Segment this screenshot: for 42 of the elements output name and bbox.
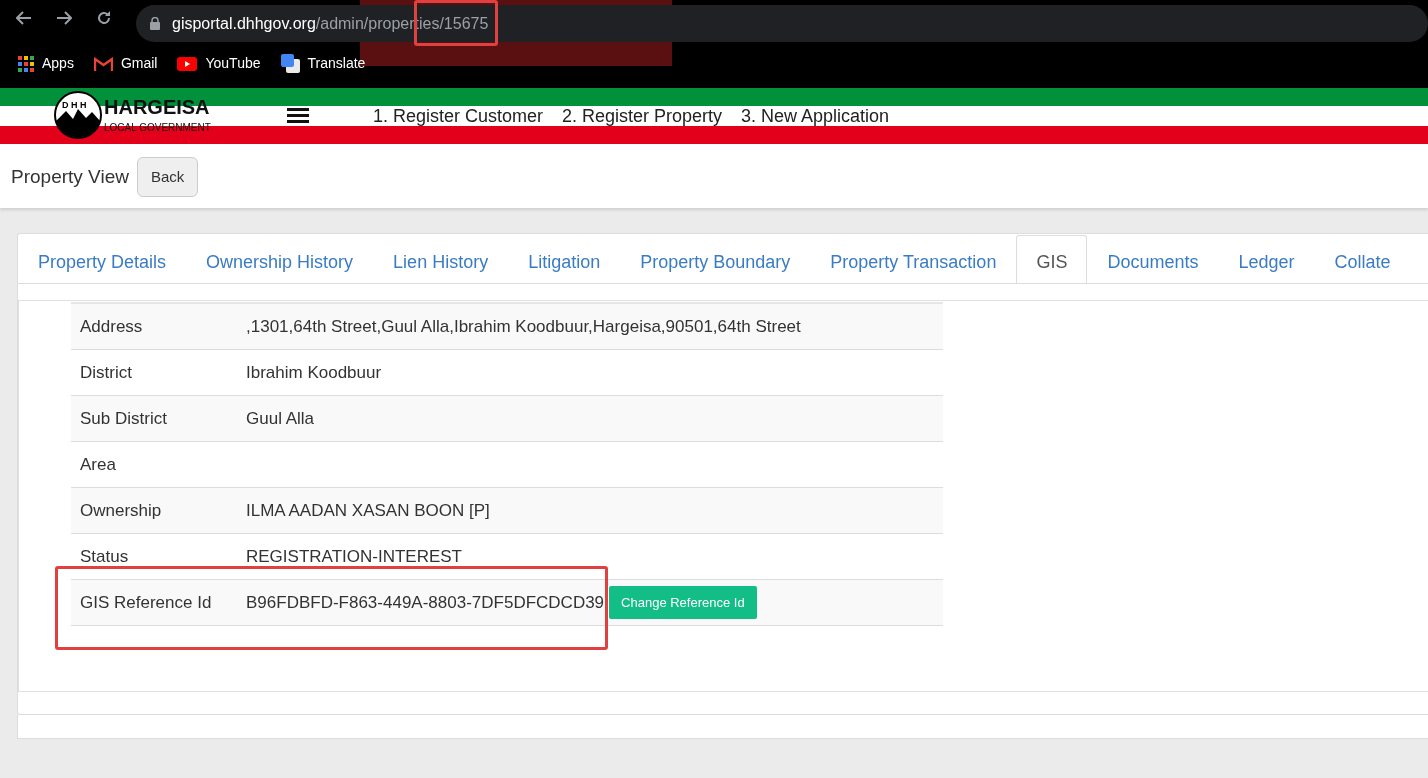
- field-label: Area: [79, 453, 117, 476]
- reload-icon[interactable]: [96, 10, 112, 26]
- play-icon: [177, 56, 198, 71]
- field-value: ,1301,64th Street,Guul Alla,Ibrahim Koodbuur,Hargeisa,90501,64th Street: [246, 315, 801, 338]
- tab[interactable]: Ledger: [1218, 235, 1315, 283]
- bookmark-link[interactable]: Translate: [307, 53, 366, 74]
- mail-icon: [93, 56, 113, 71]
- forward-arrow-icon[interactable]: [56, 11, 72, 25]
- back-arrow-icon[interactable]: [16, 11, 32, 25]
- field-label: Ownership: [79, 499, 163, 522]
- field-label: Status: [79, 545, 130, 568]
- field-value: B96FDBFD-F863-449A-8803-7DF5DFCDCD39: [246, 591, 605, 614]
- tab[interactable]: Litigation: [508, 235, 621, 283]
- back-button[interactable]: Back: [136, 156, 199, 198]
- grid-icon: [18, 55, 34, 72]
- nav-link[interactable]: 3. New Application: [741, 102, 890, 130]
- field-label: Address: [79, 315, 144, 338]
- field-value: Ibrahim Koodbuur: [246, 361, 382, 384]
- field-value: Guul Alla: [246, 407, 315, 430]
- tab[interactable]: Property Details: [18, 235, 187, 283]
- bookmark-link[interactable]: Apps: [42, 53, 74, 74]
- menu-icon[interactable]: [286, 108, 309, 124]
- tab[interactable]: Ownership History: [186, 235, 374, 283]
- nav-link[interactable]: 1. Register Customer: [372, 102, 543, 130]
- field-value: REGISTRATION-INTEREST: [246, 545, 462, 568]
- field-value: ILMA AADAN XASAN BOON [P]: [246, 499, 490, 522]
- bookmark-link[interactable]: Gmail: [120, 53, 158, 74]
- tab[interactable]: Property Transaction: [810, 235, 1017, 283]
- field-label: GIS Reference Id: [79, 591, 213, 614]
- lock-icon: [150, 17, 160, 30]
- mountain-logo-icon: [54, 91, 102, 139]
- tab[interactable]: Collate: [1314, 235, 1411, 283]
- field-label: District: [79, 361, 133, 384]
- tab[interactable]: Lien History: [373, 235, 509, 283]
- logo-letters: D H H: [62, 99, 87, 112]
- field-label: Sub District: [79, 407, 168, 430]
- tab[interactable]: GIS: [1016, 235, 1088, 283]
- page-title: Property View: [11, 164, 129, 189]
- tab[interactable]: Documents: [1087, 235, 1219, 283]
- bookmark-link[interactable]: YouTube: [205, 53, 261, 74]
- tab[interactable]: Property Boundary: [620, 235, 811, 283]
- nav-link[interactable]: 2. Register Property: [561, 102, 722, 130]
